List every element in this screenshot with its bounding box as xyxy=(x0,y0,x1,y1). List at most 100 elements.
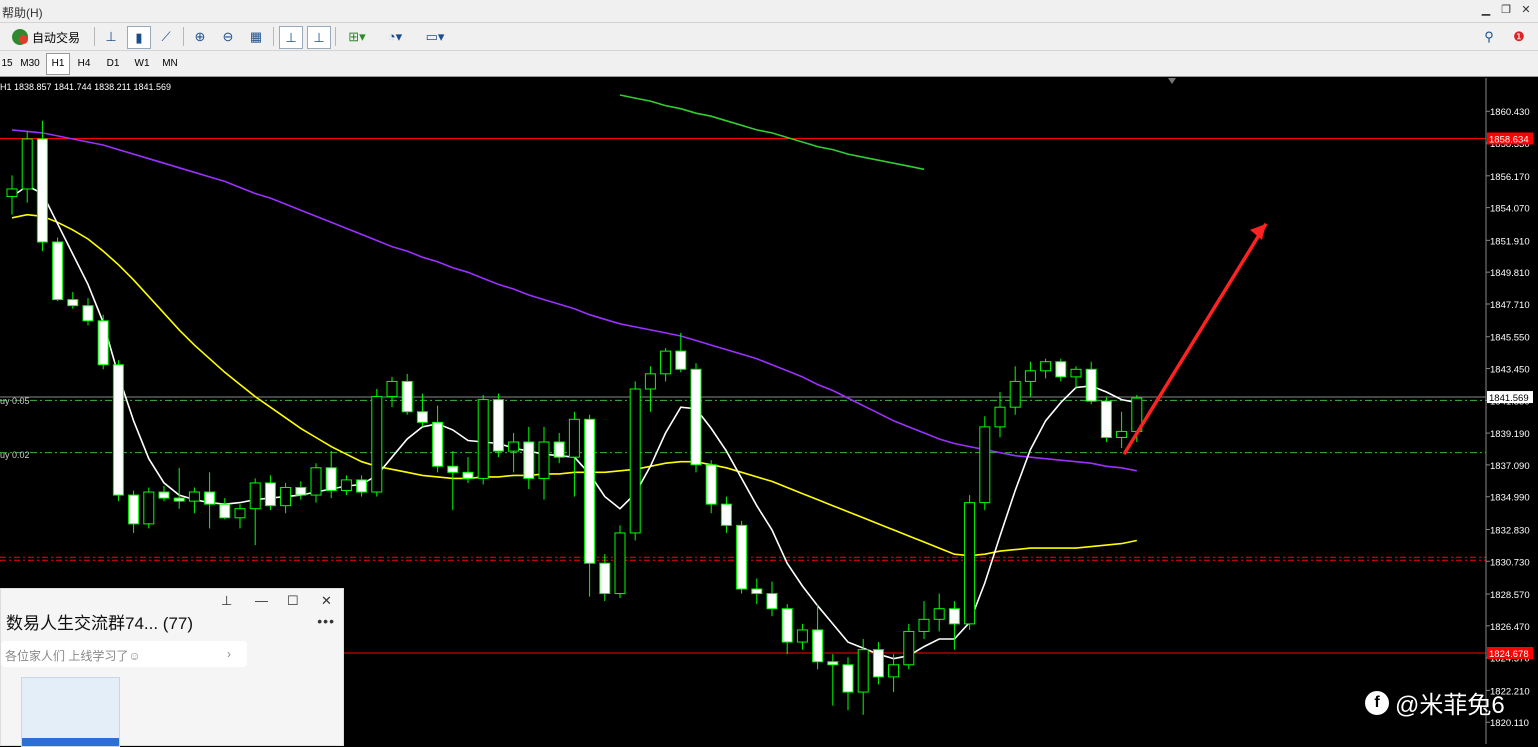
candle-body xyxy=(1070,368,1082,378)
candle-body xyxy=(660,350,672,375)
candle-body xyxy=(204,491,216,505)
candle-body xyxy=(295,486,307,496)
chat-preview[interactable]: 各位家人们 上线学习了☺ › xyxy=(1,641,247,667)
price-axis-label: 1826.470 xyxy=(1490,622,1530,633)
close-icon[interactable]: ✕ xyxy=(1518,3,1534,18)
candle-body xyxy=(1055,361,1067,378)
candle-body xyxy=(21,138,33,190)
candle-body xyxy=(812,629,824,663)
candle-body xyxy=(371,396,383,493)
periods-icon[interactable]: ◔▾ xyxy=(380,26,410,47)
tf-h1[interactable]: H1 xyxy=(46,53,70,75)
candle-body xyxy=(112,364,124,496)
restore-icon[interactable]: ❐ xyxy=(1498,3,1514,18)
candle-body xyxy=(1085,368,1097,402)
notification-icon[interactable]: ❶ xyxy=(1508,26,1530,47)
tile-windows-icon[interactable]: ▦ xyxy=(245,26,267,47)
chart-shift-icon[interactable]: ⊥ xyxy=(307,26,331,49)
candle-body xyxy=(1116,430,1128,438)
autoscroll-icon[interactable]: ⊥ xyxy=(279,26,303,49)
ma-green-line xyxy=(619,94,925,171)
bar-chart-icon[interactable]: ⊥ xyxy=(101,26,121,47)
price-axis-label: 1843.450 xyxy=(1490,365,1530,376)
candlestick-chart-icon[interactable]: ▮ xyxy=(127,26,151,49)
shared-image-thumbnail[interactable] xyxy=(21,677,120,747)
candle-body xyxy=(584,418,596,564)
trend-arrow-line xyxy=(1122,222,1268,456)
tf-d1[interactable]: D1 xyxy=(102,55,124,73)
candle-body xyxy=(948,608,960,625)
close-icon[interactable]: ✕ xyxy=(321,593,332,609)
candle-body xyxy=(538,441,550,479)
minimize-icon[interactable]: ▁ xyxy=(1478,3,1494,18)
candle-body xyxy=(964,502,976,625)
candle-body xyxy=(599,562,611,595)
tf-m30[interactable]: M30 xyxy=(17,55,43,73)
line-chart-icon[interactable]: ⟋ xyxy=(155,26,177,47)
candle-body xyxy=(508,441,520,452)
candle-body xyxy=(872,649,884,678)
candle-body xyxy=(52,241,64,301)
candle-body xyxy=(249,482,261,510)
candle-body xyxy=(933,608,945,620)
candle-body xyxy=(386,380,398,398)
candle-body xyxy=(280,486,292,507)
order-label-buy1: uy 0.05 xyxy=(0,396,30,406)
indicators-icon[interactable]: ⊞▾ xyxy=(342,26,372,47)
timeframe-bar: 15 M30 H1 H4 D1 W1 MN xyxy=(0,51,1538,77)
candle-body xyxy=(82,305,94,322)
toolbar-separator xyxy=(335,27,336,46)
candle-body xyxy=(1040,361,1052,372)
chat-window[interactable]: ⊥ — ☐ ✕ 数易人生交流群74... (77) ••• 各位家人们 上线学习… xyxy=(0,588,344,747)
watermark-text: @米菲兔6 xyxy=(1395,692,1505,719)
maximize-icon[interactable]: ☐ xyxy=(287,593,299,609)
candle-body xyxy=(644,373,656,390)
candle-body xyxy=(432,421,444,467)
templates-icon[interactable]: ▭▾ xyxy=(418,26,452,47)
candle-body xyxy=(188,491,200,502)
candle-body xyxy=(903,630,915,666)
candle-body xyxy=(310,467,322,496)
candle-body xyxy=(36,138,48,243)
candle-body xyxy=(234,508,246,519)
candle-body xyxy=(827,661,839,666)
autotrade-button[interactable]: 自动交易 xyxy=(12,27,80,47)
minimize-icon[interactable]: — xyxy=(255,593,268,608)
more-icon[interactable]: ••• xyxy=(317,613,335,629)
price-axis-label: 1856.170 xyxy=(1490,172,1530,183)
tf-h4[interactable]: H4 xyxy=(73,55,95,73)
toolbar-separator xyxy=(273,27,274,46)
price-axis-label: 1845.550 xyxy=(1490,333,1530,344)
price-axis-label: 1860.430 xyxy=(1490,107,1530,118)
candle-body xyxy=(857,649,869,693)
candle-body xyxy=(97,320,109,366)
pin-icon[interactable]: ⊥ xyxy=(221,593,232,609)
candle-body xyxy=(842,664,854,693)
ohlc-readout: H1 1838.857 1841.744 1838.211 1841.569 xyxy=(0,82,171,92)
watermark: f @米菲兔6 xyxy=(1365,685,1505,720)
price-axis-label: 1851.910 xyxy=(1490,236,1530,247)
candle-body xyxy=(340,479,352,492)
candle-body xyxy=(67,299,79,307)
search-icon[interactable]: ⚲ xyxy=(1480,26,1498,47)
zoom-in-icon[interactable]: ⊕ xyxy=(189,26,211,47)
candle-body xyxy=(675,350,687,370)
candle-body xyxy=(325,467,337,492)
candle-body xyxy=(356,479,368,493)
menu-help[interactable]: 帮助(H) xyxy=(2,4,43,21)
candle-body xyxy=(629,388,641,534)
zoom-out-icon[interactable]: ⊖ xyxy=(217,26,239,47)
candle-body xyxy=(781,608,793,643)
candle-body xyxy=(979,426,991,504)
tf-w1[interactable]: W1 xyxy=(130,55,154,73)
candle-body xyxy=(523,441,535,479)
price-axis-label: 1834.990 xyxy=(1490,493,1530,504)
price-axis-label: 1832.830 xyxy=(1490,525,1530,536)
candle-body xyxy=(751,588,763,595)
tf-m15[interactable]: 15 xyxy=(0,55,14,73)
price-tag-lower: 1824.678 xyxy=(1489,649,1529,660)
candle-body xyxy=(143,491,155,525)
chevron-right-icon: › xyxy=(227,647,231,661)
candle-body xyxy=(492,399,504,452)
tf-mn[interactable]: MN xyxy=(158,55,182,73)
